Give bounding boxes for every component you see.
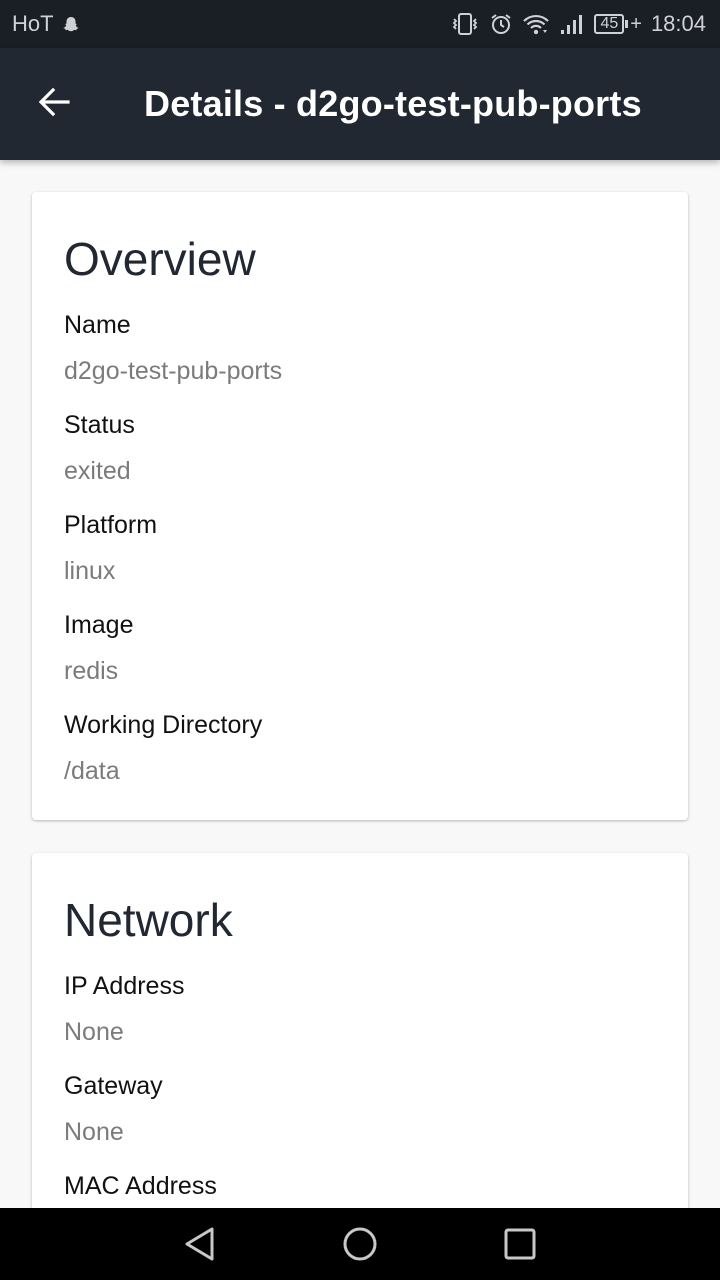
arrow-left-icon	[37, 85, 71, 124]
field-label: Image	[64, 611, 134, 639]
field-value: linux	[64, 557, 116, 585]
field-mac-address: MAC Address	[64, 1171, 656, 1201]
field-platform: Platform linux	[64, 510, 656, 586]
network-card: Network IP Address None Gateway None MAC…	[32, 853, 688, 1208]
field-status: Status exited	[64, 410, 656, 486]
field-value: exited	[64, 457, 131, 485]
snapchat-ghost-icon	[62, 15, 80, 33]
network-title: Network	[64, 894, 233, 946]
field-ip-address: IP Address None	[64, 971, 656, 1047]
battery-indicator: 45 +	[594, 12, 642, 36]
recents-square-icon	[503, 1227, 537, 1266]
alarm-icon	[489, 12, 513, 36]
battery-tip	[625, 20, 629, 28]
field-label: Platform	[64, 511, 158, 539]
field-gateway: Gateway None	[64, 1071, 656, 1147]
field-image: Image redis	[64, 610, 656, 686]
nav-home-button[interactable]	[340, 1226, 380, 1266]
charging-icon: +	[630, 12, 642, 35]
clock: 18:04	[650, 11, 706, 36]
field-label: Status	[64, 411, 135, 439]
app-bar: Details - d2go-test-pub-ports	[0, 48, 720, 160]
field-value: /data	[64, 757, 120, 785]
signal-icon	[559, 12, 585, 36]
overview-title: Overview	[64, 233, 256, 285]
battery-level: 45	[594, 14, 625, 34]
back-triangle-icon	[183, 1226, 217, 1267]
overview-card: Overview Name d2go-test-pub-ports Status…	[32, 192, 688, 820]
carrier-name: HoT	[12, 11, 54, 36]
field-label: IP Address	[64, 972, 185, 1000]
field-label: Name	[64, 311, 131, 339]
field-value: d2go-test-pub-ports	[64, 357, 283, 385]
field-value: redis	[64, 657, 119, 685]
home-circle-icon	[342, 1226, 378, 1267]
field-label: Gateway	[64, 1072, 163, 1100]
nav-back-button[interactable]	[180, 1226, 220, 1266]
field-value: None	[64, 1118, 124, 1146]
details-content[interactable]: Overview Name d2go-test-pub-ports Status…	[0, 160, 720, 1208]
field-label: MAC Address	[64, 1172, 217, 1200]
system-nav-bar	[0, 1208, 720, 1280]
status-bar: HoT 45 + 18:04	[0, 0, 720, 48]
field-value: None	[64, 1018, 124, 1046]
vibrate-icon	[450, 12, 480, 36]
wifi-icon	[522, 12, 550, 36]
back-button[interactable]	[26, 76, 82, 132]
field-name: Name d2go-test-pub-ports	[64, 310, 656, 386]
field-working-directory: Working Directory /data	[64, 710, 656, 786]
page-title: Details - d2go-test-pub-ports	[144, 83, 642, 124]
field-label: Working Directory	[64, 711, 263, 739]
nav-recents-button[interactable]	[500, 1226, 540, 1266]
